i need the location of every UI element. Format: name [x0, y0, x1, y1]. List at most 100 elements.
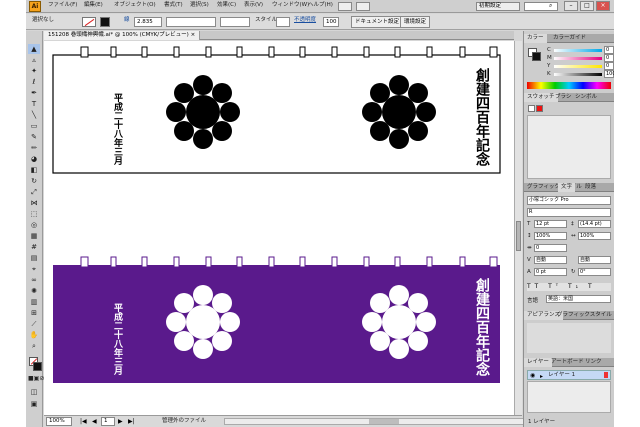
direct-selection-tool-icon[interactable]: ▵ — [28, 55, 40, 65]
value-c[interactable]: 0 — [604, 46, 614, 54]
color-stroke-box[interactable] — [532, 52, 541, 61]
slider-m[interactable] — [554, 57, 602, 60]
font-style-dropdown[interactable]: R — [527, 208, 611, 217]
hand-tool-icon[interactable]: ✋ — [28, 330, 40, 340]
type-tool-icon[interactable]: T — [28, 99, 40, 109]
language-dropdown[interactable]: 英語：米国 — [546, 295, 611, 303]
selection-tool-icon[interactable]: ▲ — [28, 44, 40, 54]
font-family-dropdown[interactable]: 小塚ゴシック Pro — [527, 196, 611, 205]
lasso-tool-icon[interactable]: ℓ — [28, 77, 40, 87]
tab-character[interactable]: 文字 — [558, 183, 576, 192]
preferences-button[interactable]: 環境設定 — [400, 16, 431, 28]
brush-dropdown[interactable] — [220, 17, 250, 27]
slider-y[interactable] — [554, 65, 602, 68]
scale-tool-icon[interactable]: ⤢ — [28, 187, 40, 197]
artboard-canvas[interactable]: 平成二十八年三月 創建四百年記念 平成二十八年三月 創建四百年記念 — [44, 41, 514, 415]
value-k[interactable]: 100 — [604, 70, 614, 78]
layer-row[interactable]: ◉ ▸ レイヤー 1 — [527, 370, 611, 380]
tab-artboards[interactable]: アートボード — [548, 358, 587, 367]
text-style-buttons[interactable]: TT Tᵀ T₁ T — [527, 283, 611, 291]
document-tab[interactable]: 151208 巻頭幟神輿幟.ai* @ 100% (CMYK/プレビュー) × — [44, 31, 201, 40]
leading-field[interactable]: (14.4 pt) — [578, 220, 611, 228]
zoom-tool-icon[interactable]: ⌕ — [28, 341, 40, 351]
horizontal-scroll-thumb[interactable] — [369, 419, 399, 424]
rotate-tool-icon[interactable]: ↻ — [28, 176, 40, 186]
artboard-number-field[interactable]: 1 — [101, 417, 115, 426]
slice-tool-icon[interactable]: ⟋ — [28, 319, 40, 329]
screen-mode-icon[interactable]: ▣ — [28, 399, 40, 409]
slider-c[interactable] — [554, 49, 602, 52]
eraser-tool-icon[interactable]: ◧ — [28, 165, 40, 175]
baseline-shift-field[interactable]: 0 pt — [534, 268, 567, 276]
paintbrush-tool-icon[interactable]: ✎ — [28, 132, 40, 142]
kerning-field[interactable]: 自動 — [534, 256, 567, 264]
line-tool-icon[interactable]: ╲ — [28, 110, 40, 120]
free-transform-tool-icon[interactable]: ⬚ — [28, 209, 40, 219]
perspective-grid-tool-icon[interactable]: ▦ — [28, 231, 40, 241]
blend-tool-icon[interactable]: ∞ — [28, 275, 40, 285]
vertical-scrollbar[interactable] — [514, 41, 522, 415]
menu-view[interactable]: 表示(V) — [244, 2, 263, 9]
gradient-tool-icon[interactable]: ▤ — [28, 253, 40, 263]
menu-file[interactable]: ファイル(F) — [48, 2, 77, 9]
draw-mode-icon[interactable]: ◫ — [28, 387, 40, 397]
document-setup-button[interactable]: ドキュメント設定 — [351, 16, 404, 28]
swatches-list[interactable] — [527, 115, 611, 179]
banner-top[interactable]: 平成二十八年三月 創建四百年記念 — [52, 46, 501, 174]
menu-help[interactable]: ヘルプ(H) — [308, 2, 333, 9]
magic-wand-tool-icon[interactable]: ✦ — [28, 66, 40, 76]
opacity-label[interactable]: 不透明度 — [294, 17, 316, 24]
width-tool-icon[interactable]: ⋈ — [28, 198, 40, 208]
scroll-thumb[interactable] — [516, 221, 521, 251]
tsume-field[interactable]: 自動 — [578, 256, 611, 264]
stroke-width-field[interactable]: 2.835 — [134, 17, 162, 27]
workspace-switcher[interactable]: 初期設定 — [476, 2, 520, 11]
color-mode-icon[interactable]: ■▣⊘ — [28, 374, 44, 384]
rectangle-tool-icon[interactable]: ▭ — [28, 121, 40, 131]
tab-color[interactable]: カラー — [524, 34, 547, 43]
tab-graphic-styles[interactable]: グラフィックスタイル — [524, 183, 585, 192]
artboard-tool-icon[interactable]: ⊞ — [28, 308, 40, 318]
symbol-sprayer-tool-icon[interactable]: ✺ — [28, 286, 40, 296]
tracking-field[interactable]: 0 — [534, 244, 567, 252]
status-info[interactable]: 管理外のファイル — [162, 418, 206, 425]
stroke-swatch[interactable] — [100, 17, 110, 27]
stroke-color-icon[interactable] — [33, 362, 42, 371]
bridge-icon[interactable] — [338, 2, 352, 11]
tab-paragraph[interactable]: 段落 — [582, 183, 599, 192]
vertical-scale-field[interactable]: 100% — [534, 232, 567, 240]
slider-k[interactable] — [554, 73, 602, 76]
style-dropdown[interactable] — [276, 17, 290, 27]
blob-brush-tool-icon[interactable]: ◕ — [28, 154, 40, 164]
banner-bottom[interactable]: 平成二十八年三月 創建四百年記念 — [53, 256, 500, 383]
fill-swatch[interactable] — [82, 17, 96, 27]
menu-object[interactable]: オブジェクト(O) — [114, 2, 156, 9]
shape-builder-tool-icon[interactable]: ◎ — [28, 220, 40, 230]
close-tab-icon[interactable]: × — [191, 32, 196, 38]
eye-icon[interactable]: ◉ — [530, 372, 535, 379]
minimize-button[interactable]: – — [564, 1, 578, 11]
color-spectrum[interactable] — [527, 82, 611, 89]
horizontal-scrollbar[interactable] — [224, 418, 524, 425]
pencil-tool-icon[interactable]: ✏ — [28, 143, 40, 153]
graph-tool-icon[interactable]: ▥ — [28, 297, 40, 307]
arrange-documents-icon[interactable] — [356, 2, 370, 11]
value-y[interactable]: 0 — [604, 62, 614, 70]
tab-symbols[interactable]: シンボル — [572, 93, 600, 102]
eyedropper-tool-icon[interactable]: ⌖ — [28, 264, 40, 274]
prev-artboard-icon[interactable]: ◀ — [92, 418, 97, 425]
menu-type[interactable]: 書式(T) — [164, 2, 183, 9]
variable-width-dropdown[interactable] — [166, 17, 216, 27]
swatch-registration[interactable] — [536, 105, 543, 112]
character-rotation-field[interactable]: 0° — [578, 268, 611, 276]
font-size-field[interactable]: 12 pt — [534, 220, 567, 228]
mesh-tool-icon[interactable]: # — [28, 242, 40, 252]
menu-edit[interactable]: 編集(E) — [84, 2, 103, 9]
next-artboard-icon[interactable]: ▶ — [118, 418, 123, 425]
first-artboard-icon[interactable]: |◀ — [80, 418, 87, 425]
close-button[interactable]: × — [596, 1, 610, 11]
value-m[interactable]: 0 — [604, 54, 614, 62]
last-artboard-icon[interactable]: ▶| — [128, 418, 135, 425]
horizontal-scale-field[interactable]: 100% — [578, 232, 611, 240]
menu-select[interactable]: 選択(S) — [190, 2, 209, 9]
